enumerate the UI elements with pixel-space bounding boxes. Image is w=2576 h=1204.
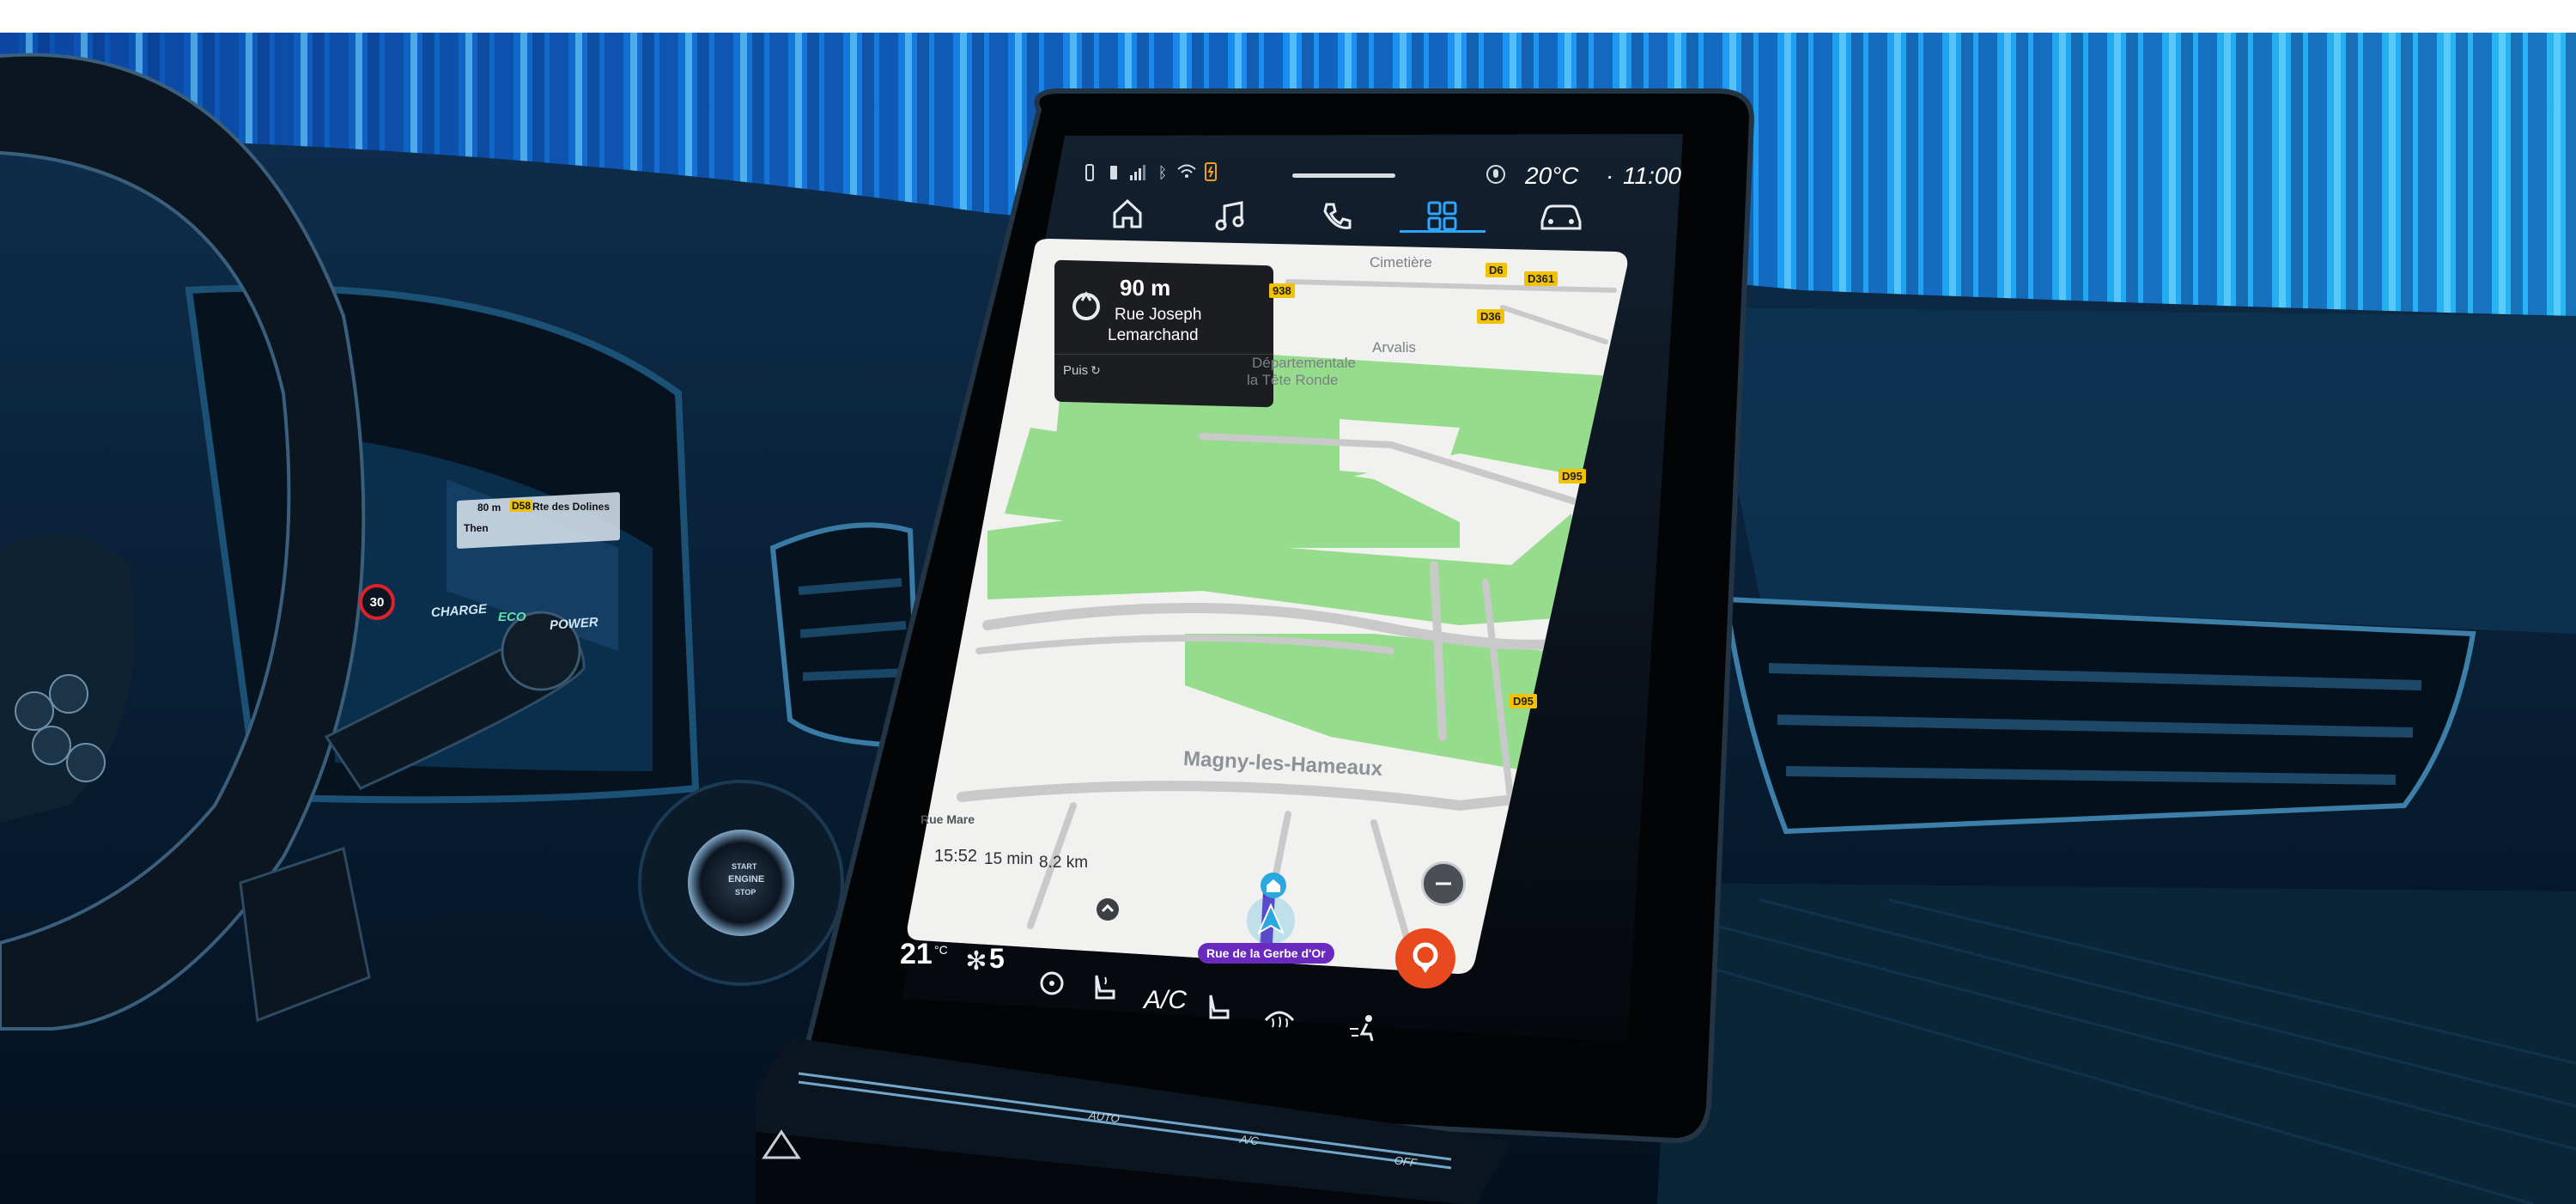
wifi-icon: [1176, 161, 1197, 180]
car-icon[interactable]: [1537, 196, 1585, 235]
expand-eta-icon[interactable]: [1097, 898, 1119, 921]
road-badge: D6: [1485, 263, 1507, 277]
ac-button[interactable]: A/C: [1144, 986, 1187, 1015]
fan-icon[interactable]: ✻: [962, 946, 991, 976]
steering-heat-icon[interactable]: [1036, 967, 1068, 1000]
home-icon[interactable]: [1108, 194, 1147, 234]
car-dashboard-photo: ᛒ 20°C · 11:00 90 m Rue Joseph Lemarchan…: [0, 33, 2576, 1204]
then-label: Puis: [1063, 363, 1089, 378]
eta-duration: 15 min: [984, 850, 1034, 868]
zoom-out-button[interactable]: [1421, 861, 1466, 906]
road-badge: D95: [1510, 694, 1537, 708]
turn-street-line2: Lemarchand: [1108, 326, 1199, 344]
locate-pin-button[interactable]: [1395, 928, 1455, 988]
current-road-label: Rue de la Gerbe d'Or: [1198, 943, 1334, 964]
phone-icon[interactable]: [1318, 198, 1356, 235]
map-label-place2: Arvalis: [1372, 339, 1417, 356]
seat-heat-icon[interactable]: [1086, 970, 1121, 1005]
road-badge: D36: [1477, 309, 1504, 324]
destination-home-icon: [1261, 873, 1286, 898]
map-label-place1: Cimetière: [1370, 254, 1432, 271]
drag-handle[interactable]: [1292, 173, 1395, 178]
cluster-mode-eco: ECO: [498, 610, 526, 624]
hard-button-off[interactable]: OFF: [1394, 1153, 1418, 1169]
music-note-icon[interactable]: [1211, 196, 1250, 235]
cluster-nav-then: Then: [464, 522, 489, 534]
active-tab-indicator: [1400, 230, 1485, 233]
map-label-place5: Rue Mare: [920, 812, 975, 826]
vehicle-position-icon: [1247, 897, 1295, 945]
eta-distance: 8.2 km: [1039, 854, 1089, 872]
road-badge: D361: [1524, 271, 1558, 286]
climate-temperature[interactable]: 21: [900, 938, 933, 971]
eta-time: 15:52: [934, 847, 978, 866]
defrost-icon[interactable]: [1262, 1001, 1297, 1032]
engine-button-line1[interactable]: START: [732, 862, 756, 871]
phone-charge-icon: [1204, 161, 1218, 182]
status-temperature: 20°C: [1525, 162, 1579, 189]
speed-limit-sign: 30: [359, 584, 395, 620]
engine-button-line2[interactable]: ENGINE: [728, 874, 764, 885]
road-badge: 938: [1269, 283, 1295, 298]
cluster-nav-distance: 80 m: [477, 502, 501, 514]
turn-arrow-icon: [1070, 290, 1103, 323]
hard-button-ac[interactable]: A/C: [1239, 1133, 1259, 1148]
climate-temperature-unit: °C: [934, 943, 948, 957]
turn-street-line1: Rue Joseph: [1115, 306, 1202, 324]
speed-limit-value: 30: [369, 594, 385, 610]
road-badge: D95: [1558, 469, 1586, 483]
then-turn-icon: ↻: [1091, 362, 1101, 377]
map-label-place3: Départementale: [1252, 355, 1356, 371]
phone-signal-icon: [1084, 163, 1096, 182]
bluetooth-icon: ᛒ: [1157, 163, 1168, 181]
turn-distance: 90 m: [1120, 275, 1171, 301]
mic-icon[interactable]: [1485, 164, 1506, 185]
card-divider: [1054, 354, 1273, 355]
airflow-icon[interactable]: [1346, 1012, 1381, 1046]
cluster-nav-road: D58: [510, 500, 533, 512]
status-separator: ·: [1606, 162, 1614, 189]
signal-bars-icon: [1128, 163, 1149, 182]
seat-heat-right-icon[interactable]: [1202, 990, 1236, 1025]
cluster-nav-street: Rte des Dolines: [532, 501, 611, 513]
engine-button-line3[interactable]: STOP: [735, 888, 756, 897]
battery-icon: [1108, 163, 1120, 182]
status-clock: 11:00: [1623, 162, 1681, 189]
map-label-place4: la Tête Ronde: [1247, 372, 1339, 388]
fan-level: 5: [989, 943, 1005, 974]
